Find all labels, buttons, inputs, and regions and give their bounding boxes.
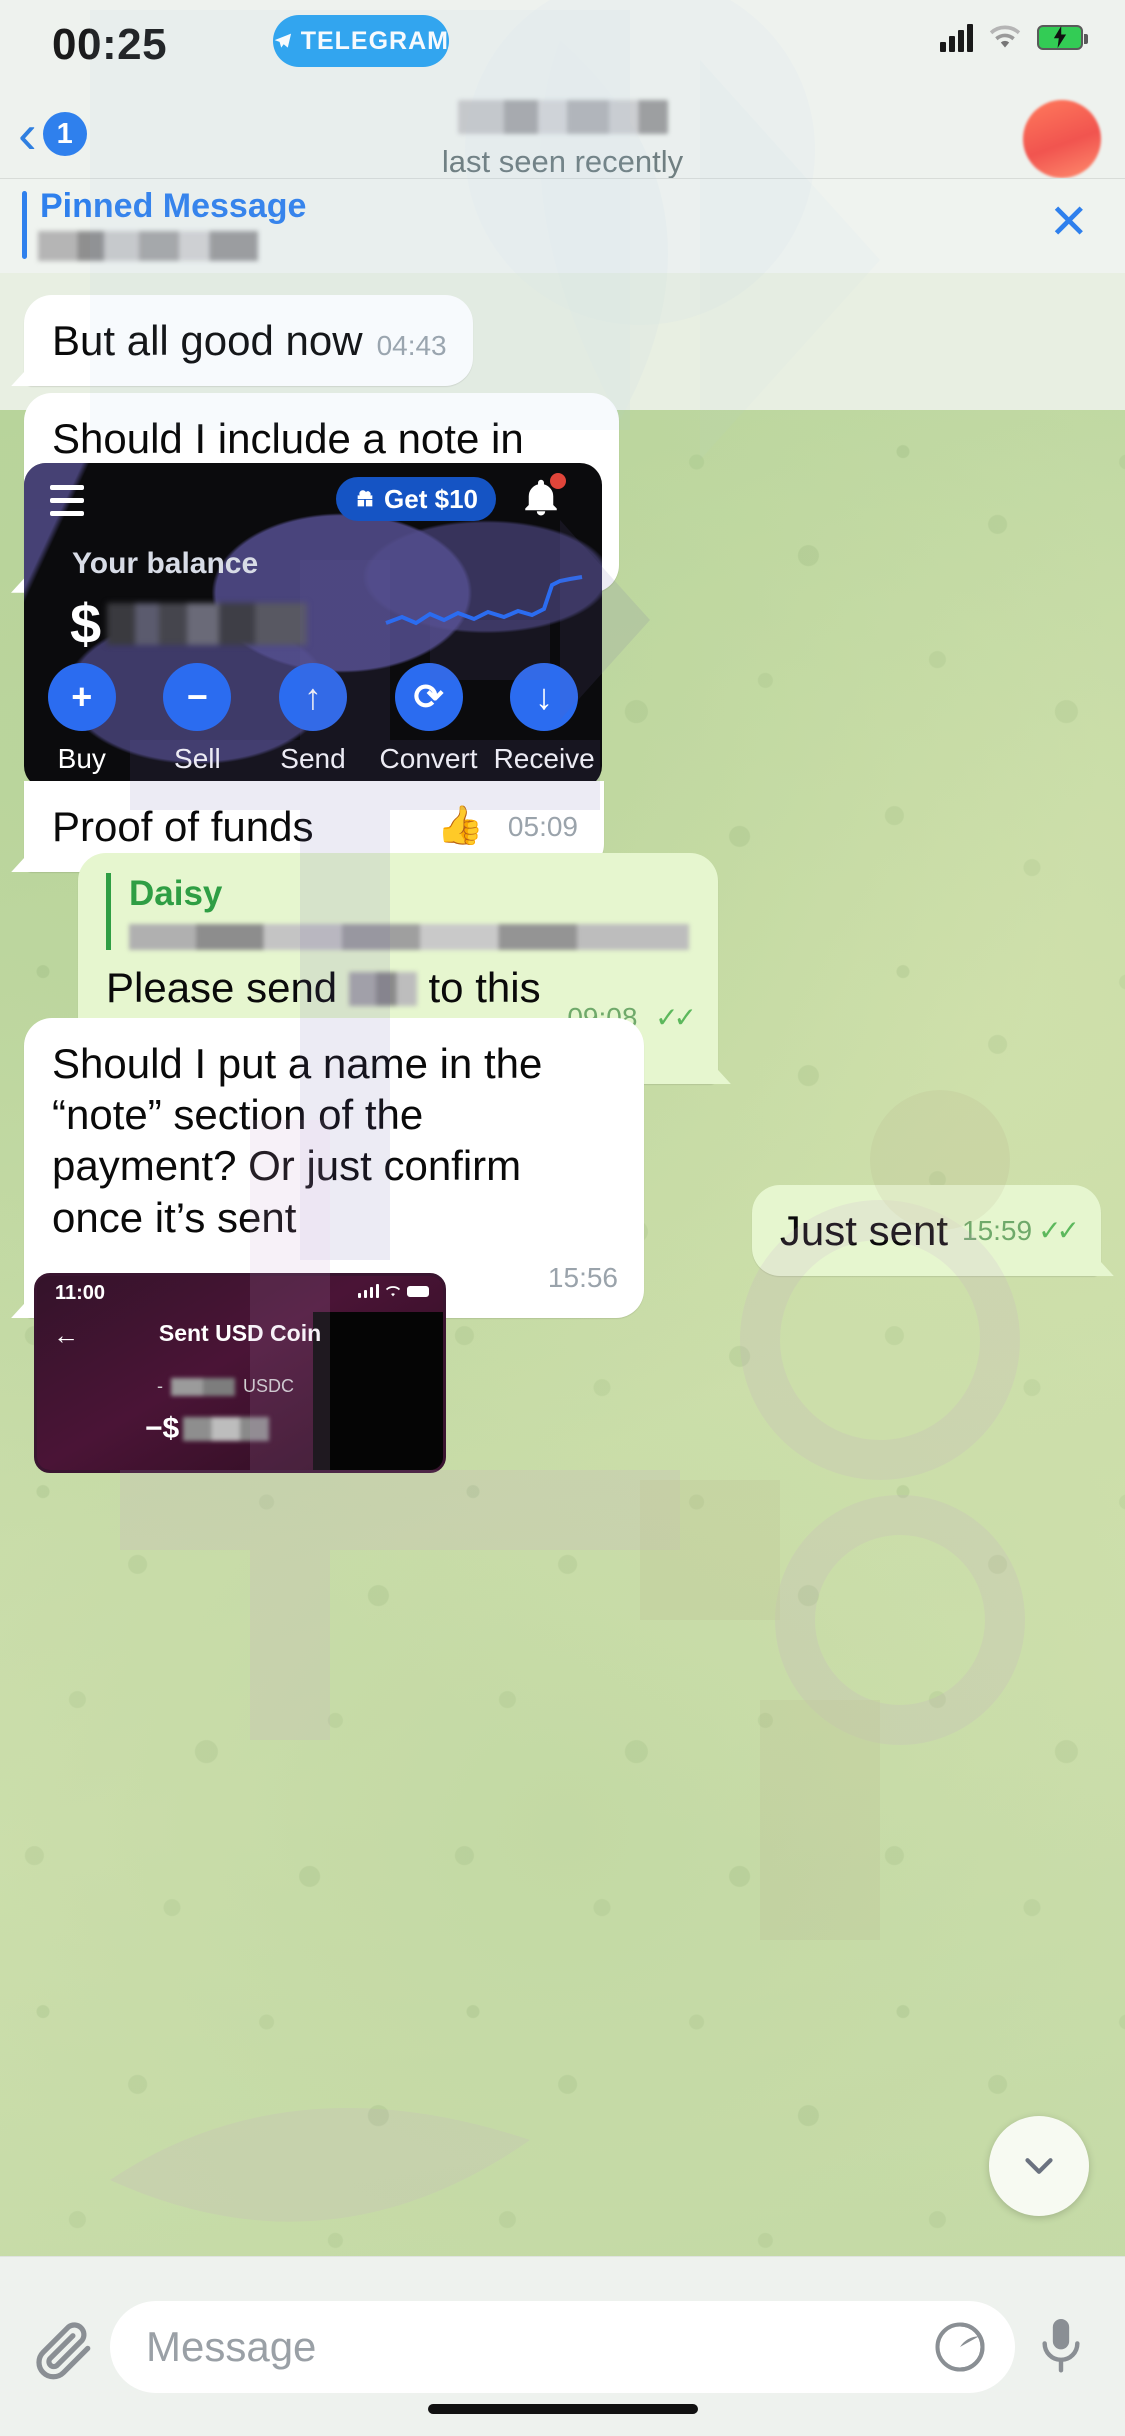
message-text: Proof of funds [52,803,314,850]
double-check-icon: ✓✓ [655,1002,697,1034]
crypto-action-label: Send [280,743,346,774]
status-bar-clock: 00:25 [52,20,168,69]
peer-status-text: last seen recently [441,144,684,179]
gift-icon [357,490,373,507]
reply-quote-preview-redacted [129,923,689,950]
pinned-message-bar[interactable]: Pinned Message ✕ [0,178,1125,273]
message-text: Should I put a name in the “note” sectio… [52,1040,543,1241]
signal-bars-icon [940,22,973,52]
microphone-icon[interactable] [1033,2311,1089,2383]
wifi-icon [989,25,1021,48]
hamburger-menu-icon[interactable] [50,485,84,524]
crypto-action-buy[interactable]: + Buy [27,663,137,775]
receipt-total-redacted [183,1417,270,1441]
sparkline-icon [385,575,583,626]
crypto-action-label: Buy [57,743,106,774]
message-time: 15:59 [962,1214,1033,1246]
telegram-app-badge: TELEGRAM [273,15,449,67]
battery-icon [407,1285,429,1297]
get-ten-promo-button[interactable]: Get $10 [336,477,496,521]
message-time: 15:56 [547,1261,618,1293]
pinned-message-preview-redacted [38,231,258,261]
reply-quote[interactable]: Daisy [106,873,692,950]
crypto-wallet-screenshot[interactable]: Get $10 Your balance $ + Buy − Sell ↑ Se… [24,463,602,788]
minus-icon: − [163,663,232,731]
reaction-thumbs-up-icon[interactable]: 👍 [437,803,484,849]
balance-label: Your balance [72,547,259,580]
message-time: 05:09 [507,810,578,842]
crypto-action-row: + Buy − Sell ↑ Send ⟳ Convert ↓ Receive [24,663,602,775]
message-input[interactable] [110,2322,933,2371]
telegram-plane-icon [274,33,292,48]
message-text-before: Please send [106,963,338,1011]
battery-charging-icon [1037,24,1088,50]
crypto-action-label: Sell [174,743,221,774]
usdc-receipt-screenshot[interactable]: 11:00 ← Sent USD Coin - USDC −$ [34,1273,446,1473]
message-time: 04:43 [376,330,447,361]
reply-quote-author: Daisy [129,874,223,913]
receipt-status-bar: 11:00 [37,1276,443,1308]
receipt-status-icons [358,1284,429,1298]
receipt-time: 11:00 [55,1282,106,1304]
double-check-icon: ✓✓ [1038,1214,1080,1246]
crypto-action-send[interactable]: ↑ Send [258,663,368,775]
message-bubble-incoming[interactable]: But all good now 04:43 [24,295,473,387]
balance-value-redacted [107,602,308,645]
receipt-total-row: −$ [145,1412,270,1446]
message-text: Just sent [779,1207,948,1254]
wifi-icon [385,1285,401,1296]
message-row: But all good now 04:43 [24,295,473,387]
message-text: But all good now [52,317,363,364]
close-icon[interactable]: ✕ [1049,199,1089,247]
status-bar: 00:25 TELEGRAM [0,0,1125,96]
crypto-action-receive[interactable]: ↓ Receive [489,663,599,775]
arrow-down-icon: ↓ [510,663,579,731]
arrow-up-icon: ↑ [278,663,347,731]
paperclip-icon[interactable] [30,2314,96,2380]
get-ten-promo-label: Get $10 [384,483,478,514]
message-list[interactable]: But all good now 04:43 Should I include a… [0,273,1125,2256]
scroll-to-bottom-button[interactable] [989,2116,1089,2216]
balance-currency: $ [70,592,102,655]
avatar[interactable] [1023,100,1101,178]
receipt-amount-row: - USDC [157,1376,294,1397]
telegram-chat-screen: 00:25 TELEGRAM ‹ 1 last seen recently Pi… [0,0,1125,2436]
chat-navbar: ‹ 1 last seen recently [0,96,1125,180]
plus-icon: + [47,663,116,731]
status-bar-icons [940,22,1088,52]
chat-header: 00:25 TELEGRAM ‹ 1 last seen recently Pi… [0,0,1125,273]
receipt-total-prefix: −$ [145,1412,180,1445]
telegram-badge-label: TELEGRAM [300,26,449,55]
convert-icon: ⟳ [394,663,463,731]
crypto-app-topbar: Get $10 [24,463,602,533]
chevron-down-icon [1025,2158,1053,2174]
balance-row: $ [70,591,308,656]
message-input-wrapper[interactable] [110,2300,1015,2393]
amount-redacted [348,971,417,1006]
peer-name-redacted [457,100,668,134]
receipt-amount-dash: - [157,1376,163,1396]
notification-dot [550,473,566,489]
sticker-icon[interactable] [933,2320,987,2374]
receipt-title: Sent USD Coin [158,1320,322,1346]
message-bubble-outgoing[interactable]: Just sent 15:59 ✓✓ [751,1185,1101,1277]
crypto-action-convert[interactable]: ⟳ Convert [374,663,484,775]
pinned-message-title: Pinned Message [40,187,307,225]
receipt-amount-redacted [171,1377,235,1396]
home-indicator [427,2404,698,2414]
receipt-amount-unit: USDC [243,1376,295,1396]
message-row: Just sent 15:59 ✓✓ [751,1185,1101,1277]
crypto-action-label: Convert [379,743,478,774]
signal-bars-icon [358,1284,379,1298]
crypto-action-label: Receive [493,743,595,774]
crypto-action-sell[interactable]: − Sell [142,663,252,775]
peer-info[interactable]: last seen recently [0,100,1125,180]
pinned-accent-bar [22,191,27,259]
